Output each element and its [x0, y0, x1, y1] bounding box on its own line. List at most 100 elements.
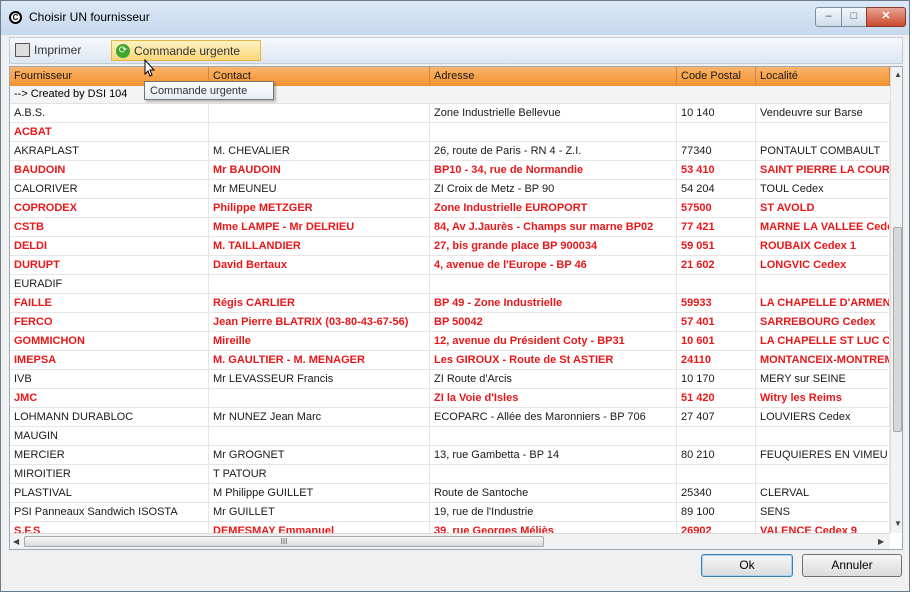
- cell-localite: Witry les Reims: [756, 389, 890, 407]
- cell-contact: David Bertaux: [209, 256, 430, 274]
- cell-contact: Mr GROGNET: [209, 446, 430, 464]
- cell-localite: LA CHAPELLE D'ARMENTIERES: [756, 294, 890, 312]
- column-header-localite[interactable]: Localité: [756, 67, 890, 86]
- cell-adresse: [430, 465, 677, 483]
- cell-code-postal: 53 410: [677, 161, 756, 179]
- table-row[interactable]: MAUGIN: [10, 427, 890, 446]
- table-row[interactable]: AKRAPLAST M. CHEVALIER 26, route de Paris …: [10, 142, 890, 161]
- cell-code-postal: 89 100: [677, 503, 756, 521]
- cancel-button[interactable]: Annuler: [802, 554, 902, 577]
- scroll-down-icon[interactable]: ▼: [894, 519, 902, 528]
- table-row[interactable]: BAUDOIN Mr BAUDOIN BP10 - 34, rue de Norma…: [10, 161, 890, 180]
- table-row[interactable]: LOHMANN DURABLOC Mr NUNEZ Jean Marc ECOPAR…: [10, 408, 890, 427]
- cell-fournisseur: PLASTIVAL: [10, 484, 209, 502]
- table-row[interactable]: PSI Panneaux Sandwich ISOSTA Mr GUILLET 19…: [10, 503, 890, 522]
- urgent-order-button[interactable]: ⟳ Commande urgente: [111, 40, 261, 61]
- table-row[interactable]: FAILLE Régis CARLIER BP 49 - Zone Industri…: [10, 294, 890, 313]
- minimize-button[interactable]: –: [815, 7, 842, 27]
- maximize-button[interactable]: □: [841, 7, 867, 27]
- cell-fournisseur: AKRAPLAST: [10, 142, 209, 160]
- table-row[interactable]: MIROITIER T PATOUR: [10, 465, 890, 484]
- cell-contact: Régis CARLIER: [209, 294, 430, 312]
- table-row[interactable]: EURADIF: [10, 275, 890, 294]
- refresh-icon: ⟳: [116, 44, 130, 58]
- print-button[interactable]: Imprimer: [14, 40, 81, 61]
- printer-icon: [15, 43, 30, 57]
- table-row[interactable]: GOMMICHON Mireille 12, avenue du Président…: [10, 332, 890, 351]
- cell-adresse: ZI la Voie d'Isles: [430, 389, 677, 407]
- cell-fournisseur: FAILLE: [10, 294, 209, 312]
- cell-code-postal: 10 140: [677, 104, 756, 122]
- table-row[interactable]: A.B.S. Zone Industrielle Bellevue 10 140 Ve…: [10, 104, 890, 123]
- cell-fournisseur: DURUPT: [10, 256, 209, 274]
- window-title: Choisir UN fournisseur: [29, 10, 150, 24]
- cell-localite: LONGVIC Cedex: [756, 256, 890, 274]
- title-bar[interactable]: C Choisir UN fournisseur – □ ✕: [1, 1, 909, 35]
- cell-contact: [209, 123, 430, 141]
- cell-localite: ROUBAIX Cedex 1: [756, 237, 890, 255]
- horizontal-scroll-thumb[interactable]: III: [24, 536, 544, 547]
- group-row[interactable]: --> Created by DSI 104: [10, 86, 890, 104]
- horizontal-scrollbar[interactable]: ◀ III ▶: [10, 533, 890, 549]
- cell-code-postal: 54 204: [677, 180, 756, 198]
- vertical-scrollbar[interactable]: ▲ ▼: [890, 67, 902, 533]
- column-header-adresse[interactable]: Adresse: [430, 67, 677, 86]
- cell-adresse: ZI Croix de Metz - BP 90: [430, 180, 677, 198]
- cell-fournisseur: LOHMANN DURABLOC: [10, 408, 209, 426]
- vertical-scroll-thumb[interactable]: [893, 227, 902, 432]
- scroll-left-icon[interactable]: ◀: [13, 537, 19, 546]
- grid-rows: --> Created by DSI 104 A.B.S. Zone Indust…: [10, 86, 890, 541]
- cell-fournisseur: CALORIVER: [10, 180, 209, 198]
- table-row[interactable]: JMC ZI la Voie d'Isles 51 420 Witry les Rei…: [10, 389, 890, 408]
- cell-localite: Vendeuvre sur Barse: [756, 104, 890, 122]
- grid-header: Fournisseur Contact Adresse Code Postal …: [10, 67, 890, 86]
- close-button[interactable]: ✕: [866, 7, 906, 27]
- cell-adresse: [430, 123, 677, 141]
- cell-fournisseur: COPRODEX: [10, 199, 209, 217]
- cell-contact: Mr LEVASSEUR Francis: [209, 370, 430, 388]
- table-row[interactable]: CALORIVER Mr MEUNEU ZI Croix de Metz - BP …: [10, 180, 890, 199]
- cell-contact: M Philippe GUILLET: [209, 484, 430, 502]
- table-row[interactable]: DELDI M. TAILLANDIER 27, bis grande place …: [10, 237, 890, 256]
- scroll-up-icon[interactable]: ▲: [894, 70, 902, 79]
- cell-code-postal: [677, 427, 756, 445]
- table-row[interactable]: IMEPSA M. GAULTIER - M. MENAGER Les GIROUX…: [10, 351, 890, 370]
- cell-fournisseur: MIROITIER: [10, 465, 209, 483]
- cell-code-postal: 77 421: [677, 218, 756, 236]
- cell-localite: TOUL Cedex: [756, 180, 890, 198]
- cell-contact: T PATOUR: [209, 465, 430, 483]
- cell-fournisseur: EURADIF: [10, 275, 209, 293]
- cell-localite: LOUVIERS Cedex: [756, 408, 890, 426]
- cell-code-postal: 27 407: [677, 408, 756, 426]
- scroll-right-icon[interactable]: ▶: [878, 537, 884, 546]
- table-row[interactable]: COPRODEX Philippe METZGER Zone Industriell…: [10, 199, 890, 218]
- tooltip: Commande urgente: [144, 81, 274, 100]
- cell-adresse: 13, rue Gambetta - BP 14: [430, 446, 677, 464]
- table-row[interactable]: DURUPT David Bertaux 4, avenue de l'Europe…: [10, 256, 890, 275]
- ok-button[interactable]: Ok: [701, 554, 793, 577]
- cell-code-postal: 57 401: [677, 313, 756, 331]
- table-row[interactable]: CSTB Mme LAMPE - Mr DELRIEU 84, Av J.Jaurè…: [10, 218, 890, 237]
- cell-adresse: 27, bis grande place BP 900034: [430, 237, 677, 255]
- cell-code-postal: [677, 123, 756, 141]
- supplier-grid[interactable]: Fournisseur Contact Adresse Code Postal …: [9, 66, 903, 550]
- table-row[interactable]: PLASTIVAL M Philippe GUILLET Route de Sant…: [10, 484, 890, 503]
- cell-contact: Mr BAUDOIN: [209, 161, 430, 179]
- column-header-code-postal[interactable]: Code Postal: [677, 67, 756, 86]
- cell-code-postal: 80 210: [677, 446, 756, 464]
- cell-code-postal: 57500: [677, 199, 756, 217]
- cell-code-postal: 59 051: [677, 237, 756, 255]
- table-row[interactable]: MERCIER Mr GROGNET 13, rue Gambetta - BP 1…: [10, 446, 890, 465]
- cell-contact: Mireille: [209, 332, 430, 350]
- cell-contact: [209, 427, 430, 445]
- cell-localite: [756, 275, 890, 293]
- cell-adresse: Route de Santoche: [430, 484, 677, 502]
- table-row[interactable]: ACBAT: [10, 123, 890, 142]
- table-row[interactable]: FERCO Jean Pierre BLATRIX (03-80-43-67-56…: [10, 313, 890, 332]
- table-row[interactable]: IVB Mr LEVASSEUR Francis ZI Route d'Arcis 1…: [10, 370, 890, 389]
- cell-contact: M. TAILLANDIER: [209, 237, 430, 255]
- cell-localite: [756, 123, 890, 141]
- cell-localite: [756, 427, 890, 445]
- cell-fournisseur: BAUDOIN: [10, 161, 209, 179]
- cell-adresse: 84, Av J.Jaurès - Champs sur marne BP02: [430, 218, 677, 236]
